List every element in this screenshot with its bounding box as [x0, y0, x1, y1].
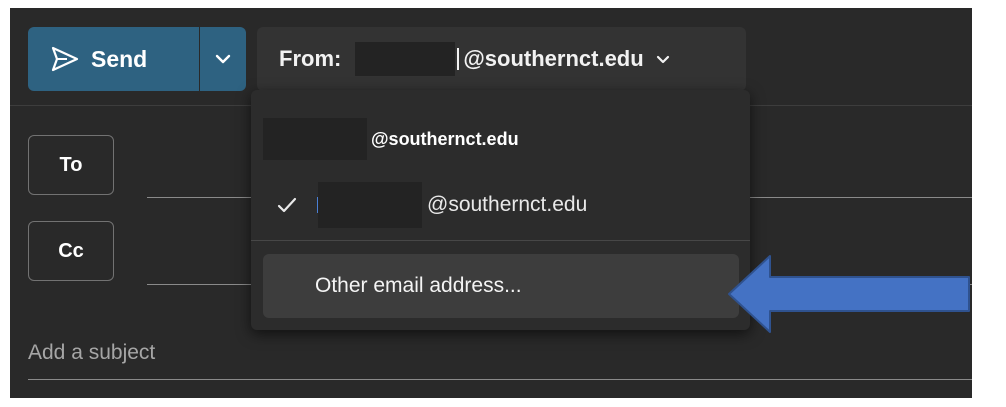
checkmark-icon	[277, 197, 297, 213]
chevron-down-icon	[656, 55, 669, 63]
from-dropdown-menu: @southernct.edu @southernct.edu Other em…	[251, 90, 750, 330]
left-arrow-icon	[728, 255, 970, 333]
other-email-address-option[interactable]: Other email address...	[263, 254, 739, 318]
send-button[interactable]: Send	[28, 27, 199, 91]
from-selector[interactable]: From: @southernct.edu	[257, 27, 746, 91]
redacted-username	[355, 42, 456, 76]
from-option-2-selected[interactable]: @southernct.edu	[251, 170, 750, 240]
from-option-1[interactable]: @southernct.edu	[251, 108, 750, 170]
menu-divider	[251, 240, 750, 241]
from-option-label: @southernct.edu	[371, 128, 519, 149]
to-button[interactable]: To	[28, 135, 114, 195]
redacted-username	[318, 182, 422, 228]
send-label: Send	[91, 45, 148, 72]
subject-input[interactable]	[28, 333, 968, 373]
text-cursor	[457, 48, 460, 70]
send-options-button[interactable]	[200, 27, 246, 91]
redacted-username	[263, 118, 367, 160]
compose-window: Send From: @southernct.edu To Cc @southe…	[10, 8, 972, 398]
cc-button[interactable]: Cc	[28, 221, 114, 281]
to-label: To	[59, 153, 83, 176]
chevron-down-icon	[215, 54, 231, 64]
from-label: From:	[279, 46, 342, 71]
other-email-label: Other email address...	[315, 274, 522, 297]
send-arrow-icon	[51, 46, 79, 72]
cc-label: Cc	[58, 239, 84, 262]
subject-underline	[28, 379, 972, 380]
from-option-label: @southernct.edu	[427, 193, 588, 216]
from-address: @southernct.edu	[463, 46, 644, 71]
